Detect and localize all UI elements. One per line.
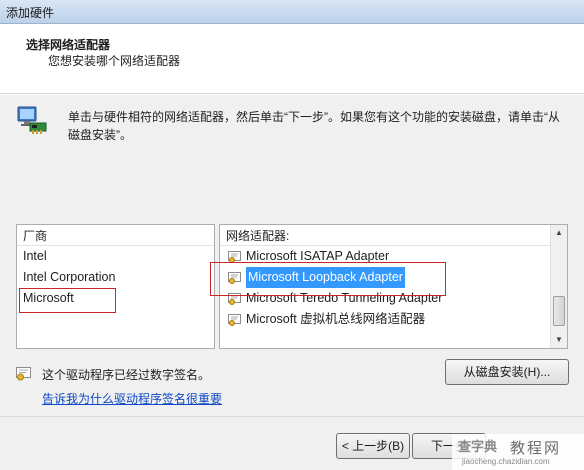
vendor-list-header: 厂商 <box>17 225 214 246</box>
watermark-url: jiaocheng.chazidian.com <box>462 457 550 466</box>
certificate-icon <box>16 365 32 381</box>
adapter-item-vmbus[interactable]: Microsoft 虚拟机总线网络适配器 <box>220 309 567 330</box>
header-divider <box>0 94 584 95</box>
watermark-name: 教程网 <box>510 440 562 457</box>
adapter-list-scrollbar[interactable]: ▲ ▼ <box>550 225 567 348</box>
adapter-item-label: Microsoft 虚拟机总线网络适配器 <box>246 312 426 326</box>
have-disk-button[interactable]: 从磁盘安装(H)... <box>445 359 569 385</box>
highlight-box-adapter <box>210 262 446 296</box>
instruction-text: 单击与硬件相符的网络适配器，然后单击“下一步”。如果您有这个功能的安装磁盘，请单… <box>68 110 560 142</box>
scroll-up-arrow-icon[interactable]: ▲ <box>551 225 567 241</box>
scroll-down-arrow-icon[interactable]: ▼ <box>551 332 567 348</box>
page-subtitle: 您想安装哪个网络适配器 <box>48 54 181 68</box>
scrollbar-thumb[interactable] <box>553 296 565 326</box>
driver-signing-help-link[interactable]: 告诉我为什么驱动程序签名很重要 <box>42 390 222 407</box>
page-title: 选择网络适配器 <box>26 38 111 52</box>
wizard-header: 选择网络适配器 您想安装哪个网络适配器 <box>0 24 584 94</box>
vendor-item-intel-corporation[interactable]: Intel Corporation <box>17 267 214 288</box>
window-title: 添加硬件 <box>6 6 55 20</box>
watermark-logo: 查字典 <box>458 439 498 454</box>
adapter-list-header: 网络适配器: <box>220 225 567 246</box>
title-bar: 添加硬件 <box>0 0 584 24</box>
vendor-list[interactable]: 厂商 Intel Intel Corporation Microsoft <box>16 224 215 349</box>
watermark: 查字典 教程网 jiaocheng.chazidian.com <box>452 434 584 470</box>
adapter-certificate-icon <box>228 313 242 327</box>
signature-status-text: 这个驱动程序已经过数字签名。 <box>42 368 211 382</box>
highlight-box-vendor <box>19 288 116 313</box>
back-button[interactable]: < 上一步(B) <box>336 433 410 459</box>
vendor-item-intel[interactable]: Intel <box>17 246 214 267</box>
network-adapter-icon <box>16 104 48 136</box>
footer-divider <box>0 416 584 417</box>
